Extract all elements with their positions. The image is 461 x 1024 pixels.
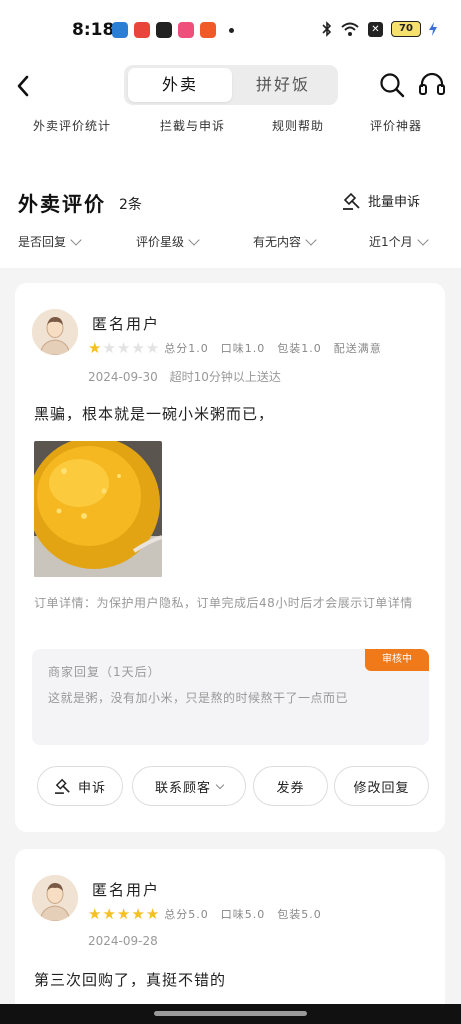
star-icon: ★ [102, 339, 116, 357]
coupon-button[interactable]: 发券 [253, 766, 328, 806]
packaging-score: 包装1.0 [277, 342, 322, 355]
filter-replied[interactable]: 是否回复 [18, 233, 82, 250]
order-note: 订单详情：为保护用户隐私，订单完成后48小时后才会展示订单详情 [34, 596, 413, 610]
star-icon: ★ [116, 339, 131, 357]
filter-star-level[interactable]: 评价星级 [136, 233, 200, 250]
review-date: 2024-09-30 [88, 370, 158, 384]
review-count: 2条 [119, 197, 142, 213]
chevron-down-icon [215, 780, 225, 789]
review-date: 2024-09-28 [88, 934, 158, 948]
link-rules-help[interactable]: 规则帮助 [272, 117, 324, 134]
edit-reply-label: 修改回复 [353, 780, 410, 796]
tab-switcher: 外卖 拼好饭 [124, 65, 338, 105]
star-icon: ★ [88, 905, 102, 923]
tab-waimai[interactable]: 外卖 [128, 68, 232, 102]
delivery-rating: 配送满意 [333, 342, 382, 355]
star-icon: ★ [145, 339, 160, 357]
appeal-button[interactable]: 申诉 [37, 766, 123, 806]
chevron-down-icon [305, 233, 317, 246]
review-photo[interactable] [34, 441, 162, 577]
quick-links: 外卖评价统计 拦截与申诉 规则帮助 评价神器 [0, 117, 461, 137]
back-icon[interactable] [12, 72, 36, 100]
millet-porridge-image [34, 441, 162, 577]
chevron-down-icon [70, 233, 82, 246]
chevron-down-icon [416, 233, 429, 246]
link-review-stats[interactable]: 外卖评价统计 [33, 117, 111, 134]
review-meta: 2024-09-30 超时10分钟以上送达 [88, 368, 281, 385]
contact-customer-button[interactable]: 联系顾客 [132, 766, 246, 806]
star-icon: ★ [131, 905, 145, 923]
avatar [32, 875, 78, 921]
user-avatar-icon [32, 309, 78, 355]
tab-pinhaofan[interactable]: 拼好饭 [231, 68, 335, 102]
status-indicators: ✕ 70 [322, 21, 437, 37]
notification-icons [112, 22, 216, 38]
star-icon: ★ [145, 905, 160, 923]
review-card: 匿名用户 ★ ★ ★ ★ ★ 总分1.0 口味1.0 包装1.0 配送满意 20… [15, 283, 445, 832]
edit-reply-button[interactable]: 修改回复 [334, 766, 429, 806]
app-icon-4 [178, 22, 194, 38]
app-icon-2 [134, 22, 150, 38]
batch-appeal-button[interactable]: 批量申诉 [342, 191, 420, 210]
status-time: 8:18 [72, 20, 115, 40]
rating-row: ★ ★ ★ ★ ★ 总分1.0 口味1.0 包装1.0 配送满意 [88, 340, 382, 356]
app-icon-5 [200, 22, 216, 38]
filter-has-content-label: 有无内容 [253, 235, 302, 249]
total-score: 总分5.0 [164, 908, 209, 921]
chevron-down-icon [188, 233, 200, 246]
appeal-label: 申诉 [77, 780, 106, 796]
review-actions: 申诉 联系顾客 发券 修改回复 [37, 766, 432, 806]
avatar [32, 309, 78, 355]
packaging-score: 包装5.0 [277, 908, 322, 921]
headset-icon[interactable] [418, 72, 446, 98]
star-icon: ★ [131, 339, 145, 357]
star-icon: ★ [116, 905, 131, 923]
delivery-note: 超时10分钟以上送达 [169, 370, 281, 384]
app-icon-1 [112, 22, 128, 38]
star-icon: ★ [88, 339, 102, 357]
status-bar: 8:18 ✕ 70 [0, 0, 461, 60]
review-text: 第三次回购了，真挺不错的 [34, 971, 227, 989]
coupon-label: 发券 [276, 780, 305, 796]
filter-has-content[interactable]: 有无内容 [253, 233, 317, 250]
close-box-icon: ✕ [368, 21, 383, 37]
charging-icon [429, 22, 437, 36]
gavel-icon [343, 192, 360, 210]
user-name: 匿名用户 [92, 881, 161, 899]
app-icon-3 [156, 22, 172, 38]
filter-replied-label: 是否回复 [18, 235, 67, 249]
contact-customer-label: 联系顾客 [154, 780, 211, 796]
review-card: 匿名用户 ★ ★ ★ ★ ★ 总分5.0 口味5.0 包装5.0 2024-09… [15, 849, 445, 1019]
taste-score: 口味1.0 [220, 342, 266, 355]
user-avatar-icon [32, 875, 78, 921]
filter-date-range[interactable]: 近1个月 [369, 233, 429, 250]
search-icon[interactable] [379, 72, 405, 98]
wifi-icon [341, 22, 359, 36]
battery-indicator: 70 [391, 21, 421, 37]
page-title: 外卖评价 [18, 192, 106, 216]
reply-text: 这就是粥，没有加小米，只是熬的时候熬干了一点而已 [48, 691, 349, 705]
filter-date-range-label: 近1个月 [369, 235, 413, 249]
taste-score: 口味5.0 [220, 908, 266, 921]
reply-label: 商家回复（1天后） [48, 665, 161, 679]
rating-row: ★ ★ ★ ★ ★ 总分5.0 口味5.0 包装5.0 [88, 906, 322, 922]
total-score: 总分1.0 [164, 342, 209, 355]
user-name: 匿名用户 [92, 315, 161, 333]
review-text: 黑骗，根本就是一碗小米粥而已， [34, 405, 275, 423]
home-indicator[interactable] [154, 1011, 307, 1016]
merchant-reply: 商家回复（1天后） 这就是粥，没有加小米，只是熬的时候熬干了一点而已 审核中 [32, 649, 429, 745]
review-meta: 2024-09-28 [88, 934, 158, 948]
link-review-tool[interactable]: 评价神器 [370, 117, 422, 134]
filter-star-level-label: 评价星级 [136, 235, 185, 249]
star-icon: ★ [102, 905, 116, 923]
gavel-icon [54, 778, 70, 794]
bluetooth-icon [322, 21, 332, 37]
status-badge: 审核中 [365, 649, 429, 671]
batch-appeal-label: 批量申诉 [368, 195, 421, 210]
link-intercept-appeal[interactable]: 拦截与申诉 [160, 117, 225, 134]
notification-dot [229, 28, 234, 33]
